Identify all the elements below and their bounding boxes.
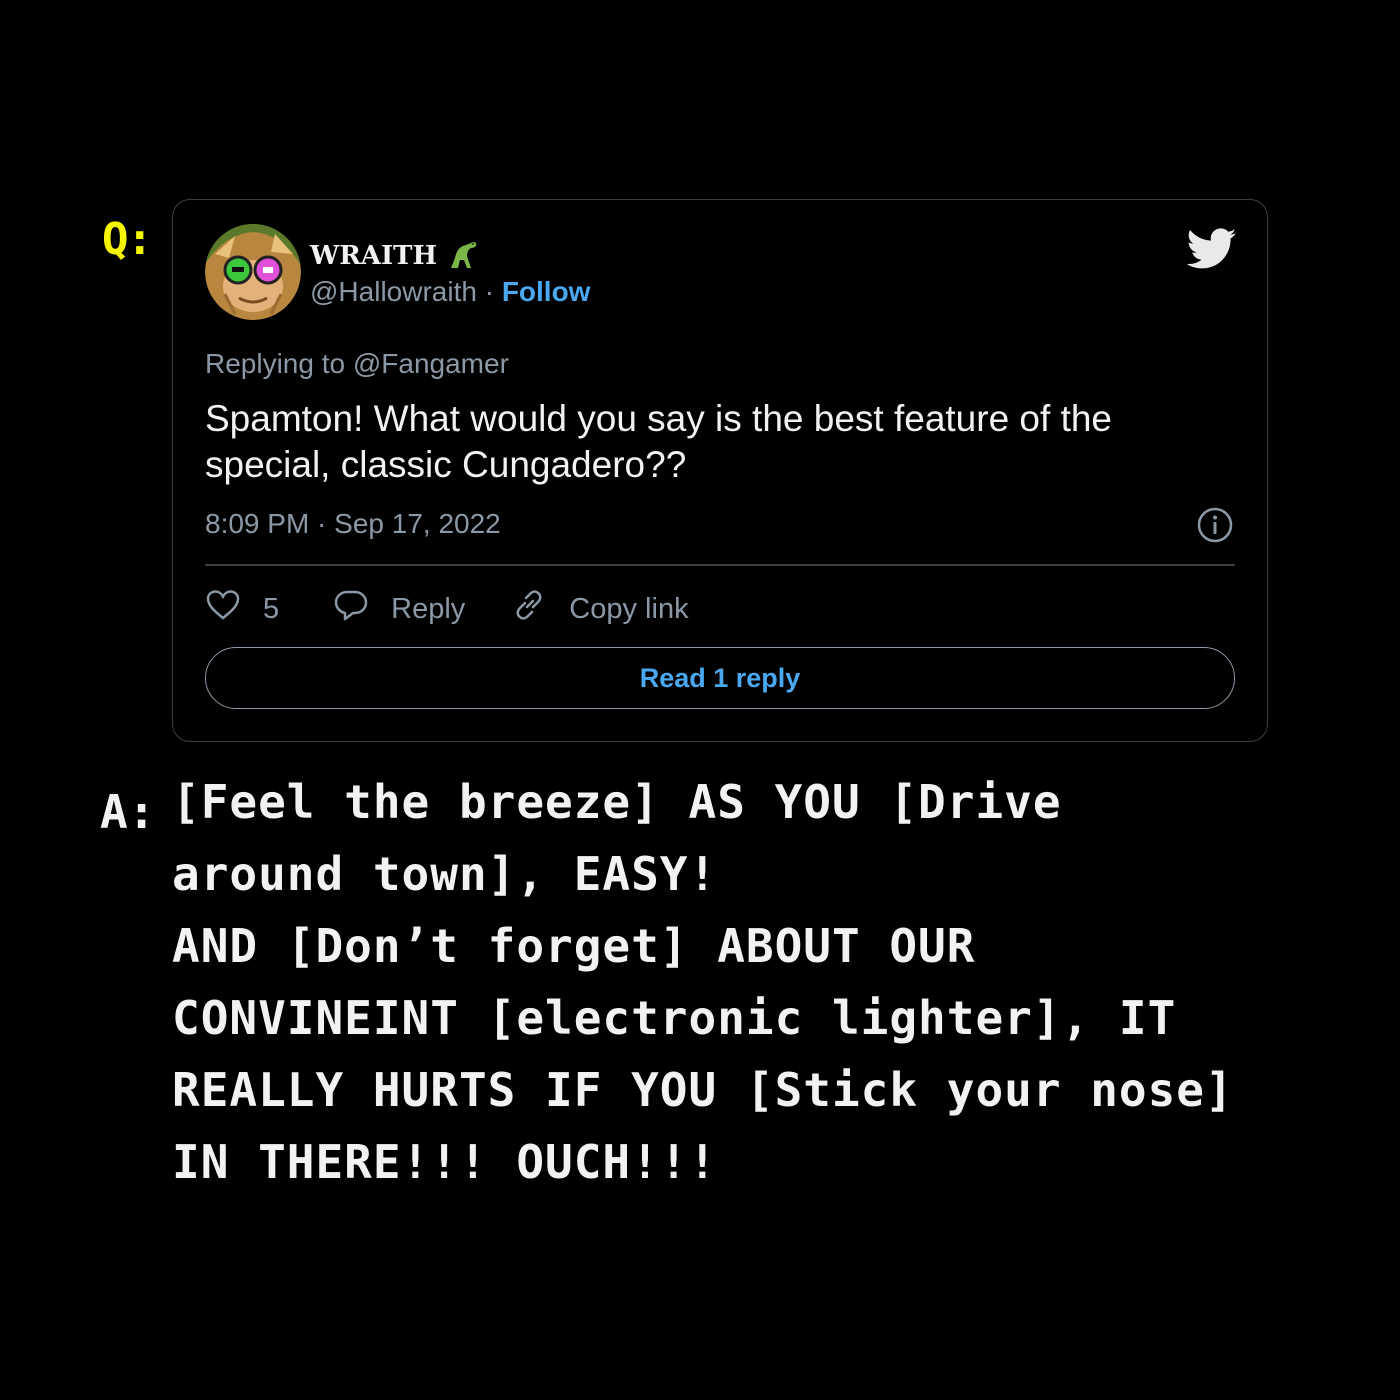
link-icon: [511, 587, 547, 631]
author-name-text[interactable]: WRAITH: [310, 241, 437, 271]
embedded-tweet-card[interactable]: WRAITH @Hallowraith · Follow Replying to…: [172, 199, 1268, 742]
author-name[interactable]: WRAITH: [310, 238, 481, 274]
author-handle[interactable]: @Hallowraith: [310, 276, 477, 307]
heart-icon: [205, 587, 241, 631]
avatar[interactable]: [205, 224, 301, 320]
question-label: Q:: [102, 214, 153, 265]
author-handle-row: @Hallowraith · Follow: [310, 276, 590, 308]
reply-label: Reply: [391, 592, 466, 625]
answer-line: AND [Don’t forget] ABOUT OUR: [172, 919, 976, 973]
answer-line: [Feel the breeze] AS YOU [Drive: [172, 775, 1062, 829]
copy-link-button[interactable]: Copy link: [511, 587, 689, 631]
answer-line: IN THERE!!! OUCH!!!: [172, 1135, 718, 1189]
info-icon[interactable]: [1196, 506, 1234, 544]
answer-text: [Feel the breeze] AS YOU [Drive around t…: [172, 766, 1292, 1198]
divider: [205, 564, 1235, 566]
copy-link-label: Copy link: [569, 592, 689, 625]
tweet-text: Spamton! What would you say is the best …: [205, 398, 1113, 485]
answer-line: REALLY HURTS IF YOU [Stick your nose]: [172, 1063, 1234, 1117]
answer-label: A:: [100, 785, 156, 839]
like-button[interactable]: 5: [205, 587, 279, 631]
follow-link[interactable]: Follow: [502, 276, 591, 307]
like-count: 5: [263, 592, 280, 625]
handle-separator: ·: [484, 276, 502, 307]
tweet-timestamp[interactable]: 8:09 PM · Sep 17, 2022: [205, 508, 501, 540]
read-replies-button[interactable]: Read 1 reply: [205, 647, 1235, 709]
reply-button[interactable]: Reply: [333, 587, 465, 631]
dinosaur-icon: [445, 238, 481, 274]
tweet-actions: 5 Reply Copy link: [205, 584, 689, 634]
speech-bubble-icon: [333, 587, 369, 631]
answer-line: CONVINEINT [electronic lighter], IT: [172, 991, 1177, 1045]
answer-line: around town], EASY!: [172, 847, 718, 901]
replying-to[interactable]: Replying to @Fangamer: [205, 348, 509, 380]
twitter-bird-icon[interactable]: [1186, 228, 1237, 270]
